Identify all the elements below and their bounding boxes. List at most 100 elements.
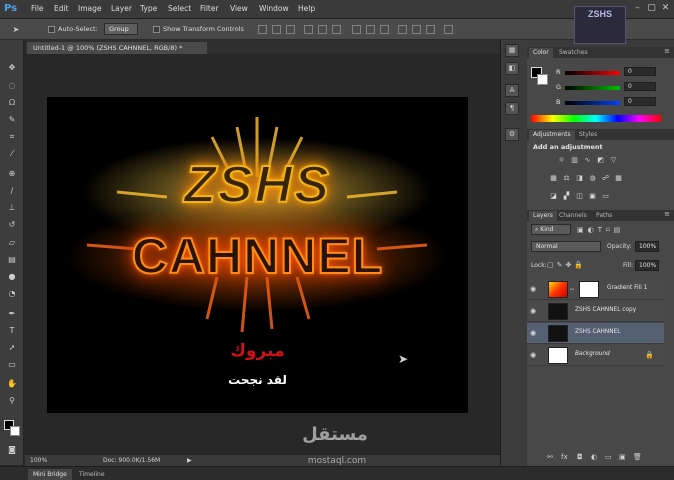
zoom-tool-icon[interactable]: ⚲	[6, 395, 18, 406]
color-panel-background-swatch[interactable]	[537, 74, 548, 85]
black-white-adjustment-icon[interactable]: ◨	[575, 174, 584, 183]
type-tool-icon[interactable]: T	[6, 325, 18, 336]
tab-layers[interactable]: Layers	[529, 211, 557, 221]
hue-saturation-adjustment-icon[interactable]: ▦	[549, 174, 558, 183]
character-panel-icon[interactable]: A	[505, 84, 519, 97]
crop-tool-icon[interactable]: ⌗	[6, 131, 18, 142]
close-icon[interactable]: ✕	[660, 3, 671, 14]
panel-menu-icon[interactable]: ≡	[664, 47, 670, 55]
add-mask-icon[interactable]: ◘	[577, 453, 583, 461]
auto-align-icon[interactable]	[444, 25, 453, 34]
align-vcenter-icon[interactable]	[272, 25, 281, 34]
menu-image[interactable]: Image	[78, 4, 102, 13]
selective-color-adjustment-icon[interactable]: ▣	[588, 192, 597, 201]
layers-panel-menu-icon[interactable]: ≡	[664, 210, 670, 218]
distribute-right-icon[interactable]	[426, 25, 435, 34]
layer-row-zshs[interactable]: ◉ ZSHS CAHNNEL	[527, 323, 664, 344]
restore-icon[interactable]: ▢	[646, 3, 657, 14]
menu-type[interactable]: Type	[140, 4, 157, 13]
channel-g-value[interactable]: 0	[624, 82, 656, 91]
show-transform-checkbox[interactable]	[153, 26, 160, 33]
invert-adjustment-icon[interactable]: ◪	[549, 192, 558, 201]
align-hcenter-icon[interactable]	[318, 25, 327, 34]
dodge-tool-icon[interactable]: ◔	[6, 288, 18, 299]
distribute-bottom-icon[interactable]	[380, 25, 389, 34]
distribute-vcenter-icon[interactable]	[366, 25, 375, 34]
eyedropper-tool-icon[interactable]: ⁄	[6, 148, 18, 159]
curves-adjustment-icon[interactable]: ∿	[583, 156, 592, 165]
layer-filter-icons[interactable]: ▣◐T⌑▤	[577, 226, 624, 234]
status-arrow-icon[interactable]: ▶	[187, 457, 192, 464]
align-right-icon[interactable]	[332, 25, 341, 34]
zoom-level[interactable]: 100%	[30, 457, 47, 464]
fill-input[interactable]: 100%	[635, 260, 659, 271]
gradient-map-adjustment-icon[interactable]: ▭	[601, 192, 610, 201]
history-brush-tool-icon[interactable]: ↺	[6, 219, 18, 230]
layer-filter-kind[interactable]: ⌕ Kind	[531, 224, 571, 235]
lasso-tool-icon[interactable]: ᘯ	[6, 97, 18, 108]
menu-view[interactable]: View	[230, 4, 248, 13]
healing-brush-tool-icon[interactable]: ⊕	[6, 168, 18, 179]
posterize-adjustment-icon[interactable]: ▞	[562, 192, 571, 201]
tab-timeline[interactable]: Timeline	[74, 469, 110, 480]
tool-presets-panel-icon[interactable]: ⚙	[505, 128, 519, 141]
channel-b-value[interactable]: 0	[624, 97, 656, 106]
visibility-eye-icon[interactable]: ◉	[530, 351, 536, 359]
brightness-adjustment-icon[interactable]: ☼	[557, 156, 566, 165]
tab-paths[interactable]: Paths	[592, 211, 616, 221]
shape-tool-icon[interactable]: ▭	[6, 359, 18, 370]
align-left-icon[interactable]	[304, 25, 313, 34]
opacity-input[interactable]: 100%	[635, 241, 659, 252]
color-balance-adjustment-icon[interactable]: ⚖	[562, 174, 571, 183]
auto-select-dropdown[interactable]: Group	[104, 23, 138, 35]
align-top-icon[interactable]	[258, 25, 267, 34]
vibrance-adjustment-icon[interactable]: ▽	[609, 156, 618, 165]
properties-panel-icon[interactable]: ◧	[505, 62, 519, 75]
tab-channels[interactable]: Channels	[555, 211, 591, 221]
quick-select-tool-icon[interactable]: ✎	[6, 114, 18, 125]
minimize-icon[interactable]: –	[632, 3, 643, 14]
menu-file[interactable]: File	[31, 4, 44, 13]
marquee-tool-icon[interactable]: ◌	[6, 80, 18, 91]
color-lookup-adjustment-icon[interactable]: ▦	[614, 174, 623, 183]
tab-mini-bridge[interactable]: Mini Bridge	[28, 469, 72, 480]
paragraph-panel-icon[interactable]: ¶	[505, 102, 519, 115]
channel-r-slider[interactable]	[565, 71, 620, 75]
distribute-hcenter-icon[interactable]	[412, 25, 421, 34]
visibility-eye-icon[interactable]: ◉	[530, 285, 536, 293]
layer-row-gradient-fill[interactable]: ◉ ⚯ Gradient Fill 1	[527, 279, 664, 300]
menu-help[interactable]: Help	[298, 4, 315, 13]
photo-filter-adjustment-icon[interactable]: ◍	[588, 174, 597, 183]
document-tab[interactable]: Untitled-1 @ 100% (ZSHS CAHNNEL, RGB/8) …	[27, 42, 207, 54]
auto-select-checkbox[interactable]	[48, 26, 55, 33]
menu-window[interactable]: Window	[259, 4, 289, 13]
pen-tool-icon[interactable]: ✒	[6, 308, 18, 319]
menu-edit[interactable]: Edit	[54, 4, 69, 13]
eraser-tool-icon[interactable]: ▱	[6, 237, 18, 248]
move-tool-icon[interactable]: ✥	[6, 62, 18, 73]
channel-mixer-adjustment-icon[interactable]: ☍	[601, 174, 610, 183]
visibility-eye-icon[interactable]: ◉	[530, 329, 536, 337]
delete-layer-icon[interactable]: 🗑	[633, 453, 642, 461]
tab-styles[interactable]: Styles	[575, 130, 601, 140]
distribute-left-icon[interactable]	[398, 25, 407, 34]
brush-tool-icon[interactable]: ∕	[6, 185, 18, 196]
clone-stamp-tool-icon[interactable]: ⊥	[6, 202, 18, 213]
exposure-adjustment-icon[interactable]: ◩	[596, 156, 605, 165]
align-bottom-icon[interactable]	[286, 25, 295, 34]
history-panel-icon[interactable]: ▦	[505, 44, 519, 57]
channel-r-value[interactable]: 0	[624, 67, 656, 76]
tab-color[interactable]: Color	[529, 48, 553, 58]
layer-style-icon[interactable]: fx	[561, 453, 568, 461]
gradient-tool-icon[interactable]: ▤	[6, 254, 18, 265]
new-layer-icon[interactable]: ▣	[619, 453, 626, 461]
background-color-swatch[interactable]	[10, 426, 20, 436]
distribute-top-icon[interactable]	[352, 25, 361, 34]
layer-row-zshs-copy[interactable]: ◉ ZSHS CAHNNEL copy	[527, 301, 664, 322]
levels-adjustment-icon[interactable]: ▥	[570, 156, 579, 165]
color-spectrum-bar[interactable]	[531, 115, 661, 122]
lock-icons[interactable]: ▢✎✥🔒	[547, 261, 586, 269]
link-layers-icon[interactable]: ⚯	[547, 453, 553, 461]
blur-tool-icon[interactable]: ●	[6, 271, 18, 282]
quick-mask-icon[interactable]: ◙	[6, 444, 18, 455]
